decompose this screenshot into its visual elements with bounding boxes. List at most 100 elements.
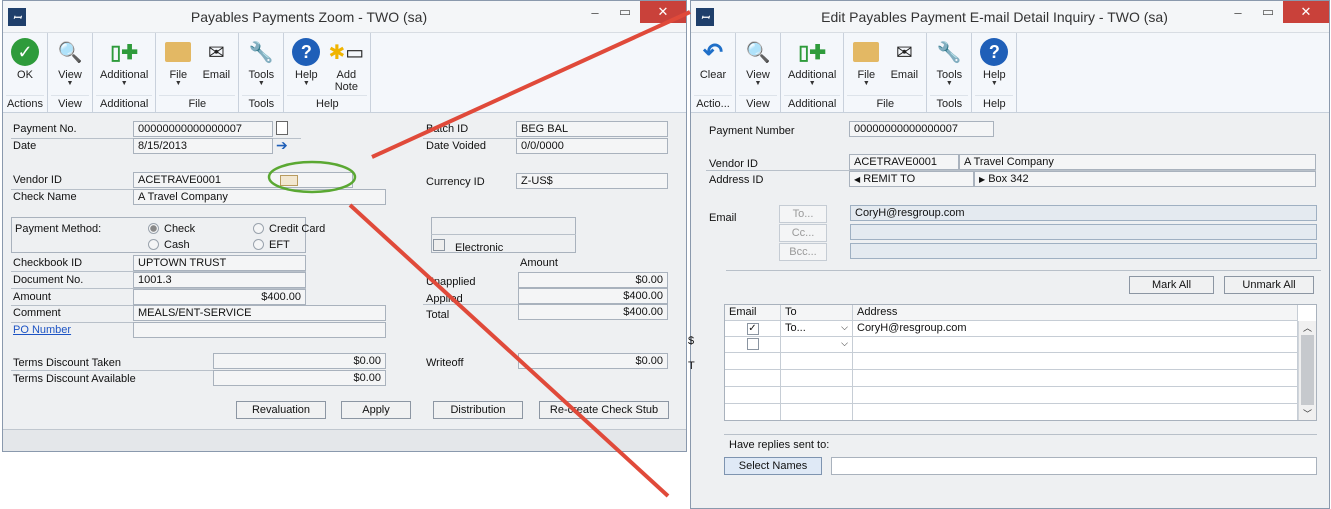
radio-check[interactable]: Check xyxy=(148,223,195,235)
scroll-thumb[interactable] xyxy=(1301,335,1314,405)
electronic-checkbox[interactable]: Electronic xyxy=(433,239,503,254)
file-button[interactable]: File ▼ xyxy=(847,33,885,95)
help-button[interactable]: ? Help ▼ xyxy=(287,33,325,95)
email-icon: ✉ xyxy=(895,41,913,64)
checkbook-label: Checkbook ID xyxy=(13,257,83,269)
ok-label: OK xyxy=(17,69,33,81)
applied-field[interactable]: $400.00 xyxy=(518,288,668,304)
email-button[interactable]: ✉ Email xyxy=(197,33,235,95)
ok-button[interactable]: ✓ OK xyxy=(6,33,44,95)
select-names-button[interactable]: Select Names xyxy=(724,457,822,475)
file-button[interactable]: File ▼ xyxy=(159,33,197,95)
table-row-address-cell[interactable] xyxy=(853,337,1298,353)
ribbon-group-help: ? Help ▼ ✱ ▭ Add Note Help xyxy=(284,33,372,112)
note-icon[interactable] xyxy=(276,121,288,135)
additional-button[interactable]: ▯✚ Additional ▼ xyxy=(784,33,840,95)
clear-button[interactable]: ↶ Clear xyxy=(694,33,732,95)
view-button[interactable]: 🔍 View ▼ xyxy=(739,33,777,95)
maximize-button[interactable]: ▭ xyxy=(610,1,640,23)
recreate-check-stub-button[interactable]: Re-create Check Stub xyxy=(539,401,669,419)
unmark-all-button[interactable]: Unmark All xyxy=(1224,276,1314,294)
scroll-down-icon[interactable]: ﹀ xyxy=(1299,407,1316,420)
tools-button[interactable]: 🔧 Tools ▼ xyxy=(242,33,280,95)
folder-icon xyxy=(163,37,193,67)
help-button[interactable]: ? Help ▼ xyxy=(975,33,1013,95)
amount-label: Amount xyxy=(13,291,51,303)
terms-taken-field[interactable]: $0.00 xyxy=(213,353,386,369)
mark-all-button[interactable]: Mark All xyxy=(1129,276,1214,294)
document-field[interactable]: 1001.3 xyxy=(133,272,306,288)
table-row-address-cell[interactable]: CoryH@resgroup.com xyxy=(853,321,1298,337)
po-number-link[interactable]: PO Number xyxy=(13,324,71,336)
date-field[interactable]: 8/15/2013 xyxy=(133,138,273,154)
date-voided-field[interactable]: 0/0/0000 xyxy=(516,138,668,154)
cc-field[interactable] xyxy=(850,224,1317,240)
email-detail-icon[interactable] xyxy=(280,175,298,186)
minimize-button[interactable]: – xyxy=(580,1,610,23)
maximize-button[interactable]: ▭ xyxy=(1253,1,1283,23)
arrow-right-icon[interactable]: ➔ xyxy=(276,138,288,152)
batch-id-field[interactable]: BEG BAL xyxy=(516,121,668,137)
arrow-right-icon[interactable]: ▶ xyxy=(979,175,985,184)
comment-label: Comment xyxy=(13,307,61,319)
total-field[interactable]: $400.00 xyxy=(518,304,668,320)
amount-field[interactable]: $400.00 xyxy=(133,289,306,305)
to-button[interactable]: To... xyxy=(779,205,827,223)
unapplied-field[interactable]: $0.00 xyxy=(518,272,668,288)
minimize-button[interactable]: – xyxy=(1223,1,1253,23)
radio-credit-label: Credit Card xyxy=(269,223,326,235)
email-detail-inquiry-window: ꟷ Edit Payables Payment E-mail Detail In… xyxy=(690,0,1330,509)
vendor-name-field[interactable]: A Travel Company xyxy=(959,154,1316,170)
vendor-id-field[interactable]: ACETRAVE0001 xyxy=(133,172,353,188)
check-name-field[interactable]: A Travel Company xyxy=(133,189,386,205)
address-line-field[interactable]: ▶ Box 342 xyxy=(974,171,1316,187)
radio-eft[interactable]: EFT xyxy=(253,239,290,251)
date-label: Date xyxy=(13,140,37,152)
email-label: Email xyxy=(890,69,919,81)
radio-cash[interactable]: Cash xyxy=(148,239,190,251)
writeoff-field[interactable]: $0.00 xyxy=(518,353,668,369)
to-field[interactable]: CoryH@resgroup.com xyxy=(850,205,1317,221)
distribution-button[interactable]: Distribution xyxy=(433,401,523,419)
cc-button[interactable]: Cc... xyxy=(779,224,827,242)
table-row-email-cell[interactable] xyxy=(725,337,781,353)
comment-field[interactable]: MEALS/ENT-SERVICE xyxy=(133,305,386,321)
ribbon-group-actions: ↶ Clear Actio... xyxy=(691,33,736,112)
note-icon: ✱ ▭ xyxy=(328,41,365,64)
replies-field[interactable] xyxy=(831,457,1317,475)
close-button[interactable]: ✕ xyxy=(1283,1,1329,23)
radio-icon xyxy=(253,223,264,234)
tools-button[interactable]: 🔧 Tools ▼ xyxy=(930,33,968,95)
email-button[interactable]: ✉ Email xyxy=(885,33,923,95)
view-button[interactable]: 🔍 View ▼ xyxy=(51,33,89,95)
currency-id-field[interactable]: Z-US$ xyxy=(516,173,668,189)
arrow-left-icon[interactable]: ◀ xyxy=(854,175,860,184)
bcc-button[interactable]: Bcc... xyxy=(779,243,827,261)
revaluation-button[interactable]: Revaluation xyxy=(236,401,326,419)
apply-button[interactable]: Apply xyxy=(341,401,411,419)
terms-avail-field[interactable]: $0.00 xyxy=(213,370,386,386)
payment-no-field[interactable]: 00000000000000007 xyxy=(133,121,273,137)
table-row-to-cell[interactable]: To... ⌵ xyxy=(781,321,853,337)
radio-credit-card[interactable]: Credit Card xyxy=(253,223,325,235)
ribbon: ✓ OK Actions 🔍 View ▼ View ▯✚ Additional ▼ Ad… xyxy=(3,33,686,113)
add-window-icon: ▯✚ xyxy=(798,41,827,64)
close-button[interactable]: ✕ xyxy=(640,1,686,23)
checkmark-icon: ✓ xyxy=(10,37,40,67)
checkbook-field[interactable]: UPTOWN TRUST xyxy=(133,255,306,271)
table-row-email-cell[interactable]: ✓ xyxy=(725,321,781,337)
vendor-id-field[interactable]: ACETRAVE0001 xyxy=(849,154,959,170)
date-voided-label: Date Voided xyxy=(426,140,486,152)
title-bar: ꟷ Payables Payments Zoom - TWO (sa) – ▭ … xyxy=(3,1,686,33)
additional-button[interactable]: ▯✚ Additional ▼ xyxy=(96,33,152,95)
folder-icon xyxy=(851,37,881,67)
bcc-field[interactable] xyxy=(850,243,1317,259)
scroll-up-icon[interactable]: ︿ xyxy=(1299,321,1316,334)
add-note-button[interactable]: ✱ ▭ Add Note xyxy=(325,33,367,95)
table-row-to-cell[interactable]: ⌵ xyxy=(781,337,853,353)
grid-scrollbar[interactable]: ︿ ﹀ xyxy=(1298,321,1316,420)
po-number-field[interactable] xyxy=(133,322,386,338)
address-id-field[interactable]: ◀ REMIT TO xyxy=(849,171,974,187)
group-label: Actio... xyxy=(694,95,732,112)
payment-number-field[interactable]: 00000000000000007 xyxy=(849,121,994,137)
